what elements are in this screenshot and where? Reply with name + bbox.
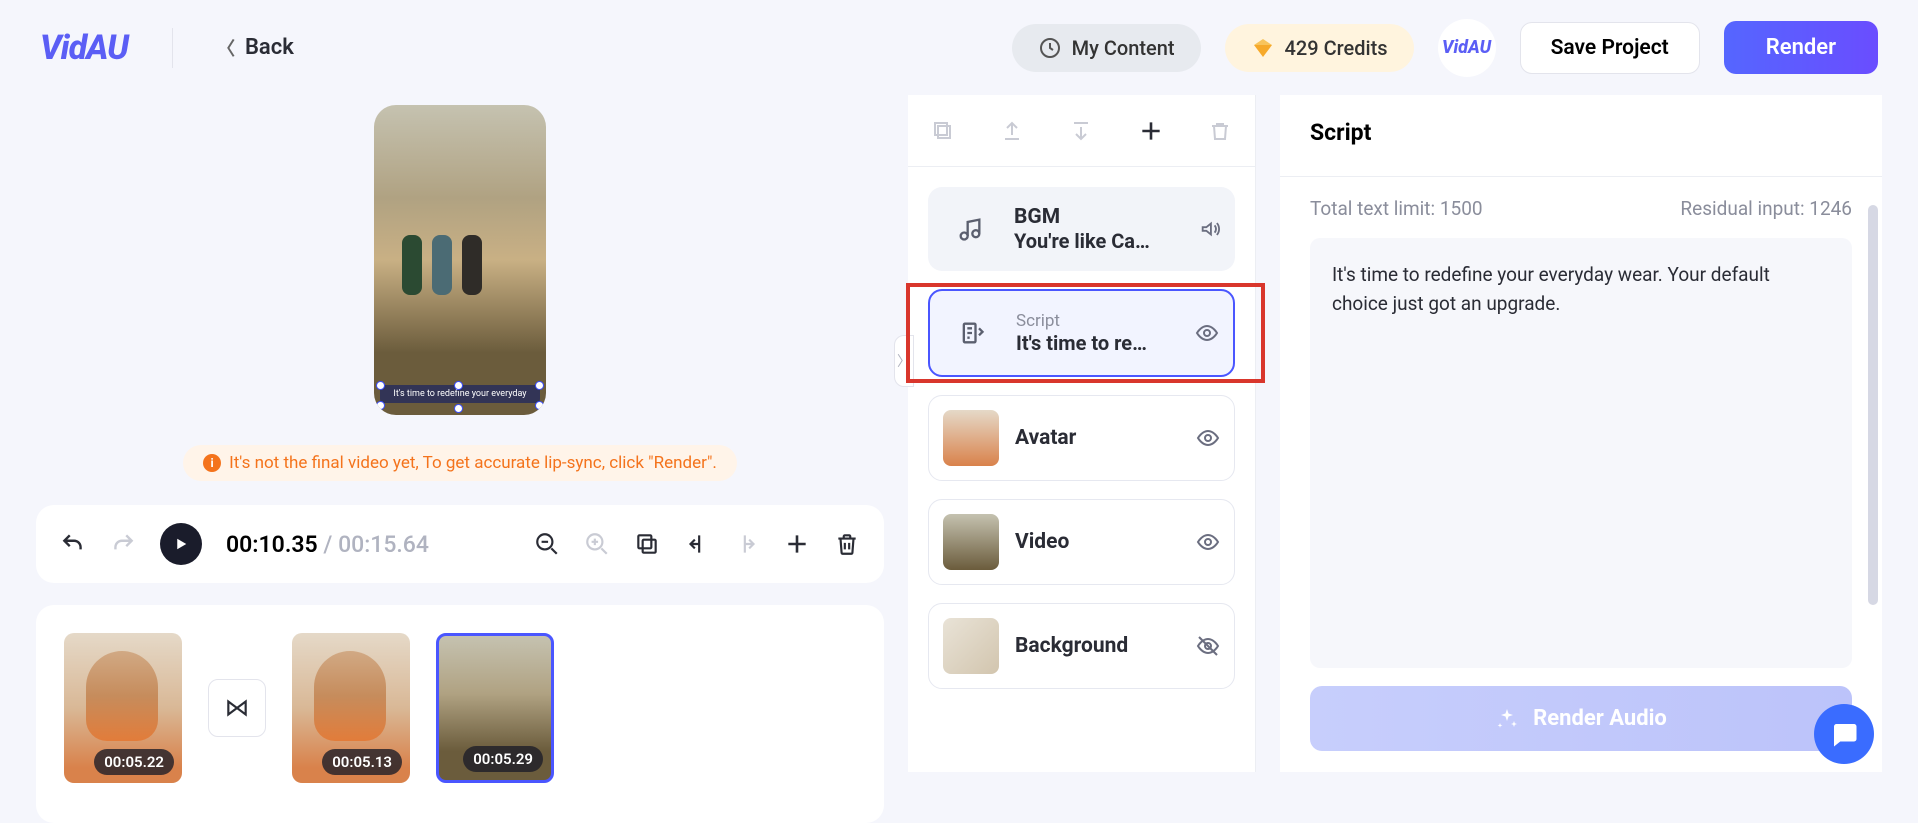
clip-duration: 00:05.29 <box>463 746 543 772</box>
credits-icon <box>1251 36 1275 60</box>
send-backward-icon[interactable] <box>1067 117 1095 145</box>
render-button[interactable]: Render <box>1724 21 1878 74</box>
copy-button[interactable] <box>634 531 660 557</box>
video-preview[interactable]: It's time to redefine your everyday <box>374 105 546 415</box>
layer-bgm[interactable]: BGM You're like Ca… <box>928 187 1235 271</box>
avatar-thumb <box>943 410 999 466</box>
brand-avatar[interactable]: VidAU <box>1438 19 1496 77</box>
main: It's time to redefine your everyday i It… <box>0 95 1918 808</box>
warning-text: It's not the final video yet, To get acc… <box>229 453 717 473</box>
layers-panel: 〉 BGM You're like Ca… <box>908 95 1256 772</box>
layer-background[interactable]: Background <box>928 603 1235 689</box>
layers-toolbar <box>908 95 1255 167</box>
layer-label: Script <box>1016 311 1179 331</box>
music-icon <box>942 201 998 257</box>
layer-label: Background <box>1015 634 1180 658</box>
layer-label: Video <box>1015 530 1180 554</box>
video-thumb <box>943 514 999 570</box>
zoom-out-button[interactable] <box>534 531 560 557</box>
redo-button[interactable] <box>110 531 136 557</box>
script-icon <box>944 305 1000 361</box>
layer-value: You're like Ca… <box>1014 229 1183 253</box>
collapse-panel-button[interactable]: 〉 <box>894 335 914 387</box>
divider <box>172 28 173 68</box>
layer-video[interactable]: Video <box>928 499 1235 585</box>
add-layer-icon[interactable] <box>1137 117 1165 145</box>
clip-duration: 00:05.13 <box>322 749 402 775</box>
render-audio-label: Render Audio <box>1533 706 1667 731</box>
clip-duration: 00:05.22 <box>94 749 174 775</box>
chevron-left-icon: 〈 <box>217 35 235 61</box>
layer-value: It's time to re… <box>1016 331 1179 355</box>
render-warning: i It's not the final video yet, To get a… <box>183 445 737 481</box>
total-limit: Total text limit: 1500 <box>1310 197 1483 220</box>
script-textarea[interactable]: It's time to redefine your everyday wear… <box>1310 238 1852 668</box>
undo-button[interactable] <box>60 531 86 557</box>
layer-label: Avatar <box>1015 426 1180 450</box>
add-button[interactable] <box>784 531 810 557</box>
timeline-toolbar: 00:10.35 / 00:15.64 <box>36 505 884 583</box>
my-content-button[interactable]: My Content <box>1012 24 1201 72</box>
visibility-icon[interactable] <box>1195 321 1219 345</box>
split-left-button[interactable] <box>684 531 710 557</box>
credits-button[interactable]: 429 Credits <box>1225 24 1414 72</box>
visibility-icon[interactable] <box>1196 530 1220 554</box>
residual-input: Residual input: 1246 <box>1680 197 1852 220</box>
split-right-button[interactable] <box>734 531 760 557</box>
info-icon: i <box>203 454 221 472</box>
visibility-icon[interactable] <box>1196 426 1220 450</box>
render-audio-button[interactable]: Render Audio <box>1310 686 1852 751</box>
scrollbar[interactable] <box>1868 205 1878 605</box>
layer-avatar[interactable]: Avatar <box>928 395 1235 481</box>
duration: 00:15.64 <box>338 531 429 558</box>
clip-2[interactable]: 00:05.13 <box>292 633 410 783</box>
delete-button[interactable] <box>834 531 860 557</box>
save-project-button[interactable]: Save Project <box>1520 22 1700 74</box>
hidden-icon[interactable] <box>1196 634 1220 658</box>
back-label: Back <box>245 35 294 60</box>
panel-title: Script <box>1280 95 1882 177</box>
editor-area: It's time to redefine your everyday i It… <box>36 95 884 772</box>
delete-layer-icon[interactable] <box>1206 117 1234 145</box>
text-limits: Total text limit: 1500 Residual input: 1… <box>1280 177 1882 238</box>
chat-icon <box>1829 719 1859 749</box>
clock-icon <box>1038 36 1062 60</box>
clip-strip: 00:05.22 00:05.13 00:05.29 <box>36 605 884 823</box>
zoom-in-button[interactable] <box>584 531 610 557</box>
duplicate-layer-icon[interactable] <box>929 117 957 145</box>
credits-label: 429 Credits <box>1285 36 1388 60</box>
current-time: 00:10.35 <box>226 531 318 558</box>
layer-script[interactable]: Script It's time to re… <box>928 289 1235 377</box>
my-content-label: My Content <box>1072 36 1175 60</box>
transition-button[interactable] <box>208 679 266 737</box>
chat-button[interactable] <box>1814 704 1874 764</box>
back-button[interactable]: 〈 Back <box>217 35 294 61</box>
sparkle-icon <box>1495 707 1519 731</box>
play-button[interactable] <box>160 523 202 565</box>
bring-forward-icon[interactable] <box>998 117 1026 145</box>
header: VidAU 〈 Back My Content 429 Credits VidA… <box>0 0 1918 95</box>
script-panel: Script Total text limit: 1500 Residual i… <box>1280 95 1882 772</box>
background-thumb <box>943 618 999 674</box>
volume-icon[interactable] <box>1199 218 1221 240</box>
logo[interactable]: VidAU <box>40 28 128 68</box>
layer-label: BGM <box>1014 205 1183 229</box>
clip-1[interactable]: 00:05.22 <box>64 633 182 783</box>
clip-3[interactable]: 00:05.29 <box>436 633 554 783</box>
time-display: 00:10.35 / 00:15.64 <box>226 531 429 558</box>
